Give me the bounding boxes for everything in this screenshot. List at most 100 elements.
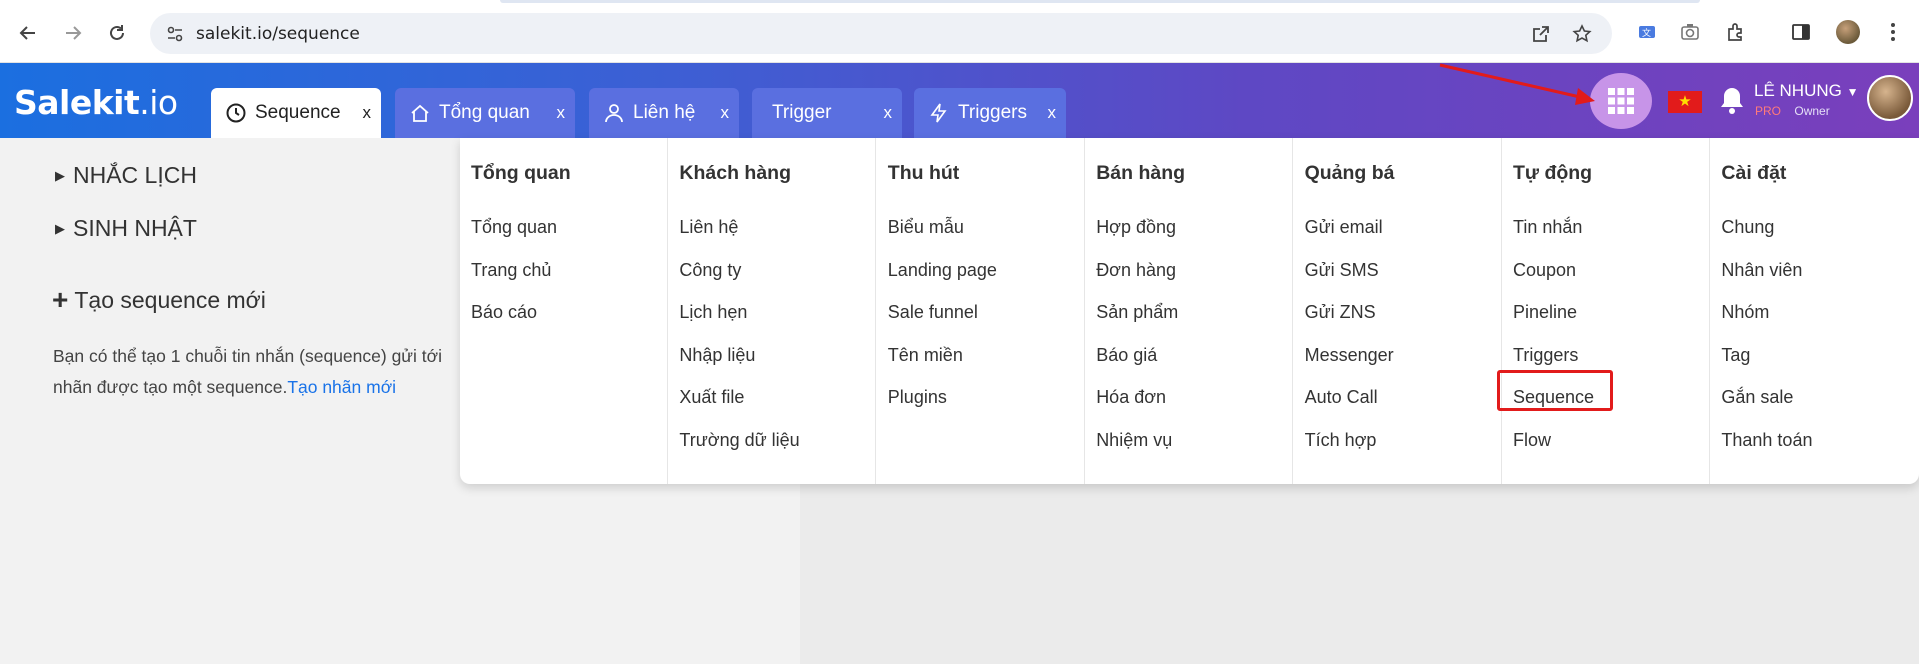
menu-item[interactable]: Xuất file xyxy=(679,387,744,408)
caret-right-icon: ▶ xyxy=(55,167,65,183)
apps-mega-menu: Tổng quan Tổng quan Trang chủ Báo cáo Khách … xyxy=(460,138,1919,484)
logo-text: Salekit xyxy=(14,83,140,122)
new-sequence-button[interactable]: + Tạo sequence mới xyxy=(52,284,266,316)
browser-toolbar: salekit.io/sequence 文 xyxy=(0,0,1919,63)
menu-item[interactable]: Báo cáo xyxy=(471,302,537,323)
menu-item[interactable]: Sản phẩm xyxy=(1096,302,1178,323)
menu-column: Cài đặt Chung Nhân viên Nhóm Tag Gắn sale Than… xyxy=(1710,138,1918,484)
user-icon xyxy=(603,102,625,124)
create-label-link[interactable]: Tạo nhãn mới xyxy=(287,377,396,397)
menu-item[interactable]: Gắn sale xyxy=(1721,387,1793,408)
bolt-icon xyxy=(928,102,950,124)
section-sinh-nhat[interactable]: ▶ SINH NHẬT xyxy=(55,215,197,242)
forward-button[interactable] xyxy=(60,20,86,46)
site-info-icon[interactable] xyxy=(166,25,184,43)
menu-item[interactable]: Tin nhắn xyxy=(1513,217,1582,238)
menu-item[interactable]: Messenger xyxy=(1305,345,1394,366)
menu-column: Bán hàng Hợp đồng Đơn hàng Sản phẩm Báo giá H… xyxy=(1085,138,1294,484)
address-bar[interactable]: salekit.io/sequence xyxy=(150,13,1612,54)
tab-label: Liên hệ xyxy=(633,102,696,123)
tab-sequence[interactable]: Sequence x xyxy=(211,88,381,138)
salekit-logo[interactable]: Salekit.io xyxy=(14,83,178,122)
sidebar-icon[interactable] xyxy=(1790,21,1812,43)
menu-item[interactable]: Báo giá xyxy=(1096,345,1157,366)
kebab-menu-icon[interactable] xyxy=(1882,21,1904,43)
menu-item[interactable]: Gửi ZNS xyxy=(1305,302,1376,323)
reload-button[interactable] xyxy=(104,20,130,46)
menu-item[interactable]: Đơn hàng xyxy=(1096,260,1176,281)
menu-item[interactable]: Trang chủ xyxy=(471,260,551,281)
user-name: LÊ NHUNG xyxy=(1754,81,1842,100)
menu-item[interactable]: Liên hệ xyxy=(679,217,738,238)
menu-column-title: Tổng quan xyxy=(471,162,571,184)
tab-triggers[interactable]: Triggers x xyxy=(914,88,1066,138)
menu-item[interactable]: Auto Call xyxy=(1305,387,1378,408)
home-icon xyxy=(409,102,431,124)
extension-translate-icon[interactable]: 文 xyxy=(1636,21,1658,43)
tab-lien-he[interactable]: Liên hệ x xyxy=(589,88,739,138)
section-title: SINH NHẬT xyxy=(73,215,197,241)
menu-item[interactable]: Tổng quan xyxy=(471,217,557,238)
vietnam-flag-icon[interactable]: ★ xyxy=(1668,91,1702,113)
reload-icon xyxy=(110,25,124,40)
tab-label: Sequence xyxy=(255,102,341,123)
menu-item[interactable]: Nhóm xyxy=(1721,302,1769,323)
menu-item[interactable]: Pineline xyxy=(1513,302,1577,323)
section-title: NHẮC LỊCH xyxy=(73,162,197,188)
menu-item[interactable]: Tích hợp xyxy=(1305,430,1377,451)
menu-item[interactable]: Lịch hẹn xyxy=(679,302,747,323)
section-nhac-lich[interactable]: ▶ NHẮC LỊCH xyxy=(55,162,197,189)
user-menu[interactable]: LÊ NHUNG ▼ xyxy=(1754,81,1858,101)
avatar[interactable] xyxy=(1867,75,1913,121)
bell-icon[interactable] xyxy=(1718,85,1746,117)
menu-item[interactable]: Trường dữ liệu xyxy=(679,430,799,451)
menu-item[interactable]: Plugins xyxy=(888,387,947,408)
menu-column: Tổng quan Tổng quan Trang chủ Báo cáo xyxy=(460,138,668,484)
new-sequence-label: Tạo sequence mới xyxy=(74,286,266,313)
menu-item[interactable]: Công ty xyxy=(679,260,741,281)
open-external-icon[interactable] xyxy=(1531,24,1551,44)
menu-column: Quảng bá Gửi email Gửi SMS Gửi ZNS Messenger… xyxy=(1294,138,1502,484)
plan-badge: PRO xyxy=(1755,104,1782,118)
tab-close-button[interactable]: x xyxy=(1048,103,1057,123)
tab-close-button[interactable]: x xyxy=(363,103,372,123)
menu-item[interactable]: Nhiệm vụ xyxy=(1096,430,1172,451)
description-text: Bạn có thể tạo 1 chuỗi tin nhắn (sequenc… xyxy=(53,346,442,366)
profile-avatar[interactable] xyxy=(1836,20,1860,44)
plus-icon: + xyxy=(52,284,69,315)
menu-item[interactable]: Flow xyxy=(1513,430,1551,451)
clock-icon xyxy=(225,102,247,124)
back-button[interactable] xyxy=(15,20,41,46)
user-meta: PRO Owner xyxy=(1755,104,1830,118)
tab-trigger[interactable]: Trigger x xyxy=(752,88,902,138)
menu-item[interactable]: Chung xyxy=(1721,217,1774,238)
menu-item[interactable]: Biểu mẫu xyxy=(888,217,964,238)
tab-close-button[interactable]: x xyxy=(557,103,566,123)
menu-column-title: Bán hàng xyxy=(1096,162,1186,184)
arrow-left-icon xyxy=(19,26,35,40)
menu-item[interactable]: Tên miền xyxy=(888,345,963,366)
camera-icon[interactable] xyxy=(1679,21,1701,43)
menu-item[interactable]: Triggers xyxy=(1513,345,1578,366)
menu-item[interactable]: Nhập liệu xyxy=(679,345,755,366)
star-icon[interactable] xyxy=(1572,24,1592,44)
menu-item[interactable]: Nhân viên xyxy=(1721,260,1802,281)
svg-text:文: 文 xyxy=(1642,27,1651,39)
menu-item[interactable]: Sale funnel xyxy=(888,302,978,323)
puzzle-icon[interactable] xyxy=(1725,21,1747,43)
menu-item[interactable]: Coupon xyxy=(1513,260,1576,281)
tab-tong-quan[interactable]: Tổng quan x xyxy=(395,88,575,138)
menu-column: Thu hút Biểu mẫu Landing page Sale funnel Tê… xyxy=(877,138,1085,484)
tab-close-button[interactable]: x xyxy=(721,103,730,123)
menu-item[interactable]: Landing page xyxy=(888,260,997,281)
tab-close-button[interactable]: x xyxy=(884,103,893,123)
menu-item[interactable]: Gửi SMS xyxy=(1305,260,1379,281)
menu-item[interactable]: Thanh toán xyxy=(1721,430,1812,451)
url-text: salekit.io/sequence xyxy=(196,24,360,44)
menu-item[interactable]: Hóa đơn xyxy=(1096,387,1166,408)
menu-item[interactable]: Hợp đồng xyxy=(1096,217,1176,238)
menu-item[interactable]: Gửi email xyxy=(1305,217,1383,238)
menu-column: Khách hàng Liên hệ Công ty Lịch hẹn Nhập liệ… xyxy=(668,138,877,484)
user-role: Owner xyxy=(1794,104,1830,118)
menu-item[interactable]: Tag xyxy=(1721,345,1750,366)
